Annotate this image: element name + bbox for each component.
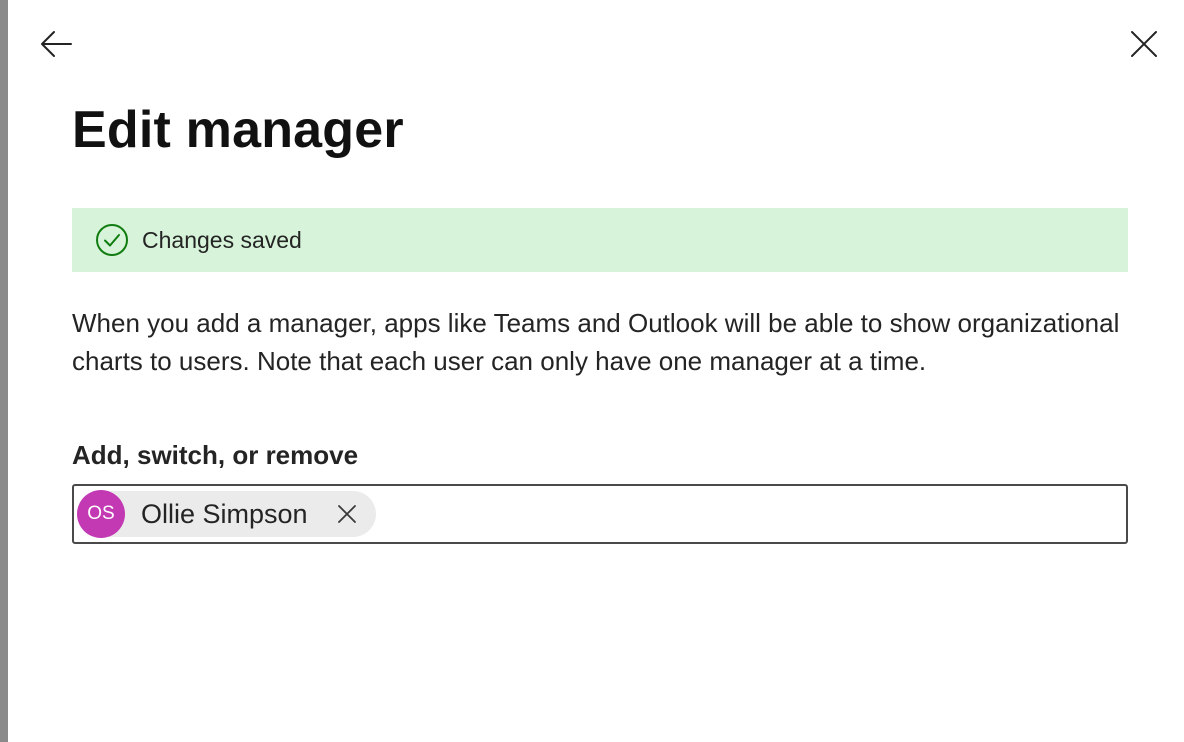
selected-person-chip[interactable]: OS Ollie Simpson: [77, 490, 376, 538]
back-button[interactable]: [34, 22, 78, 66]
description-text: When you add a manager, apps like Teams …: [72, 308, 1120, 376]
avatar: OS: [77, 490, 125, 538]
page-title: Edit manager: [72, 101, 404, 159]
selected-person-name: Ollie Simpson: [141, 498, 308, 529]
close-icon: [337, 505, 356, 523]
background-page-edge: [0, 0, 8, 742]
field-label: Add, switch, or remove: [72, 440, 359, 470]
remove-person-button[interactable]: [334, 501, 360, 527]
banner-message: Changes saved: [142, 226, 302, 253]
arrow-left-icon: [41, 31, 72, 57]
edit-manager-panel: Edit manager Changes saved When you add …: [8, 0, 1184, 742]
checkmark-circle-icon: [94, 222, 130, 258]
success-banner: Changes saved: [72, 208, 1128, 272]
manager-picker-input[interactable]: OS Ollie Simpson: [72, 484, 1128, 544]
close-icon: [1131, 31, 1157, 57]
close-button[interactable]: [1122, 22, 1166, 66]
